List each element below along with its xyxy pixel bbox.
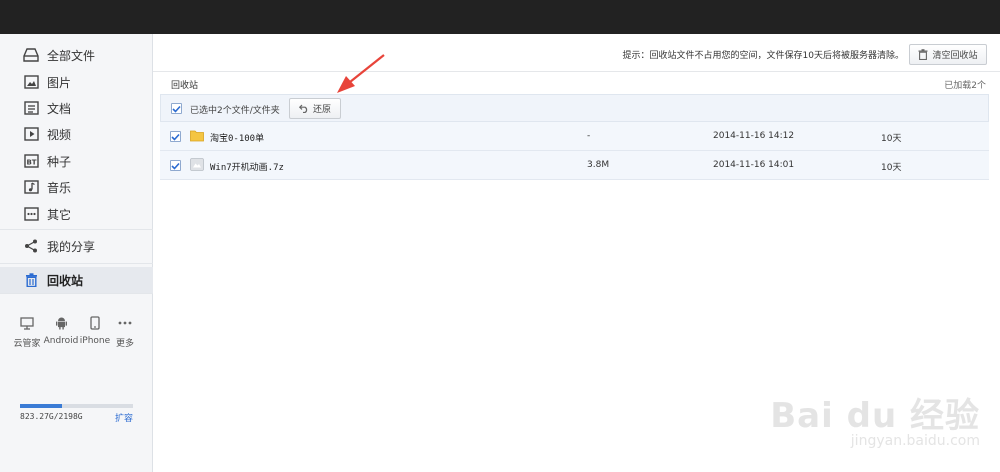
empty-recycle-bin-button[interactable]: 清空回收站 — [909, 44, 987, 65]
sidebar-divider — [0, 293, 153, 294]
undo-icon — [298, 104, 309, 113]
empty-recycle-bin-label: 清空回收站 — [932, 51, 978, 61]
share-icon — [23, 238, 39, 254]
storage-quota-text: 823.27G/2198G — [20, 412, 83, 421]
nav-recycle-bin-label: 回收站 — [47, 273, 84, 288]
tip-bar: 提示：回收站文件不占用您的空间，文件保存10天后将被服务器清除。 清空回收站 — [153, 34, 1000, 72]
video-icon — [23, 126, 39, 142]
document-icon — [23, 100, 39, 116]
drive-icon — [23, 47, 39, 63]
storage-quota-fill — [20, 404, 63, 408]
sidebar-divider — [0, 229, 153, 230]
more-icon — [107, 315, 143, 331]
nav-all-files[interactable]: 全部文件 — [0, 42, 153, 68]
device-more[interactable]: 更多 — [107, 315, 143, 349]
row-checkbox[interactable] — [170, 160, 181, 171]
svg-text:BT: BT — [26, 159, 36, 167]
more-box-icon — [23, 206, 39, 222]
file-date: 2014-11-16 14:12 — [713, 131, 795, 141]
folder-icon — [190, 130, 204, 142]
sidebar-divider — [0, 263, 153, 264]
nav-all-files-label: 全部文件 — [47, 48, 96, 63]
nav-videos[interactable]: 视频 — [0, 121, 153, 147]
trash-icon — [23, 272, 39, 288]
android-icon — [43, 315, 79, 331]
file-name[interactable]: 淘宝0-100单 — [210, 131, 264, 144]
top-bar — [0, 0, 1000, 34]
loaded-count: 已加载2个 — [944, 81, 986, 91]
nav-recycle-bin[interactable]: 回收站 — [0, 267, 153, 293]
check-icon — [172, 105, 181, 113]
recycle-tip-text: 提示：回收站文件不占用您的空间，文件保存10天后将被服务器清除。 — [622, 51, 904, 61]
file-days-remaining: 10天 — [881, 134, 902, 144]
restore-label: 还原 — [312, 105, 331, 115]
table-row[interactable]: 淘宝0-100单 - 2014-11-16 14:12 10天 — [160, 122, 989, 151]
watermark-title: Bai du 经验 — [770, 396, 980, 436]
device-cloud-manager-label: 云管家 — [13, 339, 41, 349]
select-all-checkbox[interactable] — [171, 103, 182, 114]
device-android-label: Android — [43, 336, 79, 346]
file-size: 3.8M — [587, 160, 610, 170]
row-checkbox[interactable] — [170, 131, 181, 142]
check-icon — [171, 133, 180, 141]
nav-my-share[interactable]: 我的分享 — [0, 233, 153, 259]
file-days-remaining: 10天 — [881, 163, 902, 173]
sidebar: 全部文件 图片 文档 视频 BT 种子 音乐 其它 我的分享 回收站 云管家 A… — [0, 34, 153, 472]
table-row[interactable]: Win7开机动画.7z 3.8M 2014-11-16 14:01 10天 — [160, 151, 989, 180]
check-icon — [171, 162, 180, 170]
nav-docs[interactable]: 文档 — [0, 95, 153, 121]
nav-torrents[interactable]: BT 种子 — [0, 148, 153, 174]
archive-file-icon — [190, 158, 204, 171]
nav-others[interactable]: 其它 — [0, 201, 153, 227]
nav-torrents-label: 种子 — [47, 154, 72, 169]
nav-videos-label: 视频 — [47, 127, 72, 142]
baidu-watermark: Bai du 经验 jingyan.baidu.com — [770, 388, 980, 449]
nav-music[interactable]: 音乐 — [0, 174, 153, 200]
selection-bar: 已选中2个文件/文件夹 还原 — [160, 94, 989, 122]
breadcrumb: 回收站 — [171, 81, 199, 91]
file-date: 2014-11-16 14:01 — [713, 160, 795, 170]
nav-docs-label: 文档 — [47, 101, 72, 116]
device-more-label: 更多 — [115, 339, 134, 349]
nav-my-share-label: 我的分享 — [47, 239, 96, 254]
restore-button[interactable]: 还原 — [289, 98, 341, 119]
music-icon — [23, 179, 39, 195]
device-android[interactable]: Android — [43, 315, 79, 346]
nav-images[interactable]: 图片 — [0, 69, 153, 95]
image-icon — [23, 74, 39, 90]
bt-icon: BT — [23, 153, 39, 169]
nav-music-label: 音乐 — [47, 180, 72, 195]
monitor-icon — [9, 315, 45, 331]
expand-storage-link[interactable]: 扩容 — [115, 411, 133, 424]
nav-others-label: 其它 — [47, 207, 72, 222]
device-cloud-manager[interactable]: 云管家 — [9, 315, 45, 349]
selection-count-text: 已选中2个文件/文件夹 — [190, 106, 280, 116]
nav-images-label: 图片 — [47, 75, 72, 90]
storage-quota-bar — [20, 404, 133, 408]
trash-icon — [918, 49, 928, 60]
file-name[interactable]: Win7开机动画.7z — [210, 160, 284, 173]
file-size: - — [587, 131, 591, 141]
